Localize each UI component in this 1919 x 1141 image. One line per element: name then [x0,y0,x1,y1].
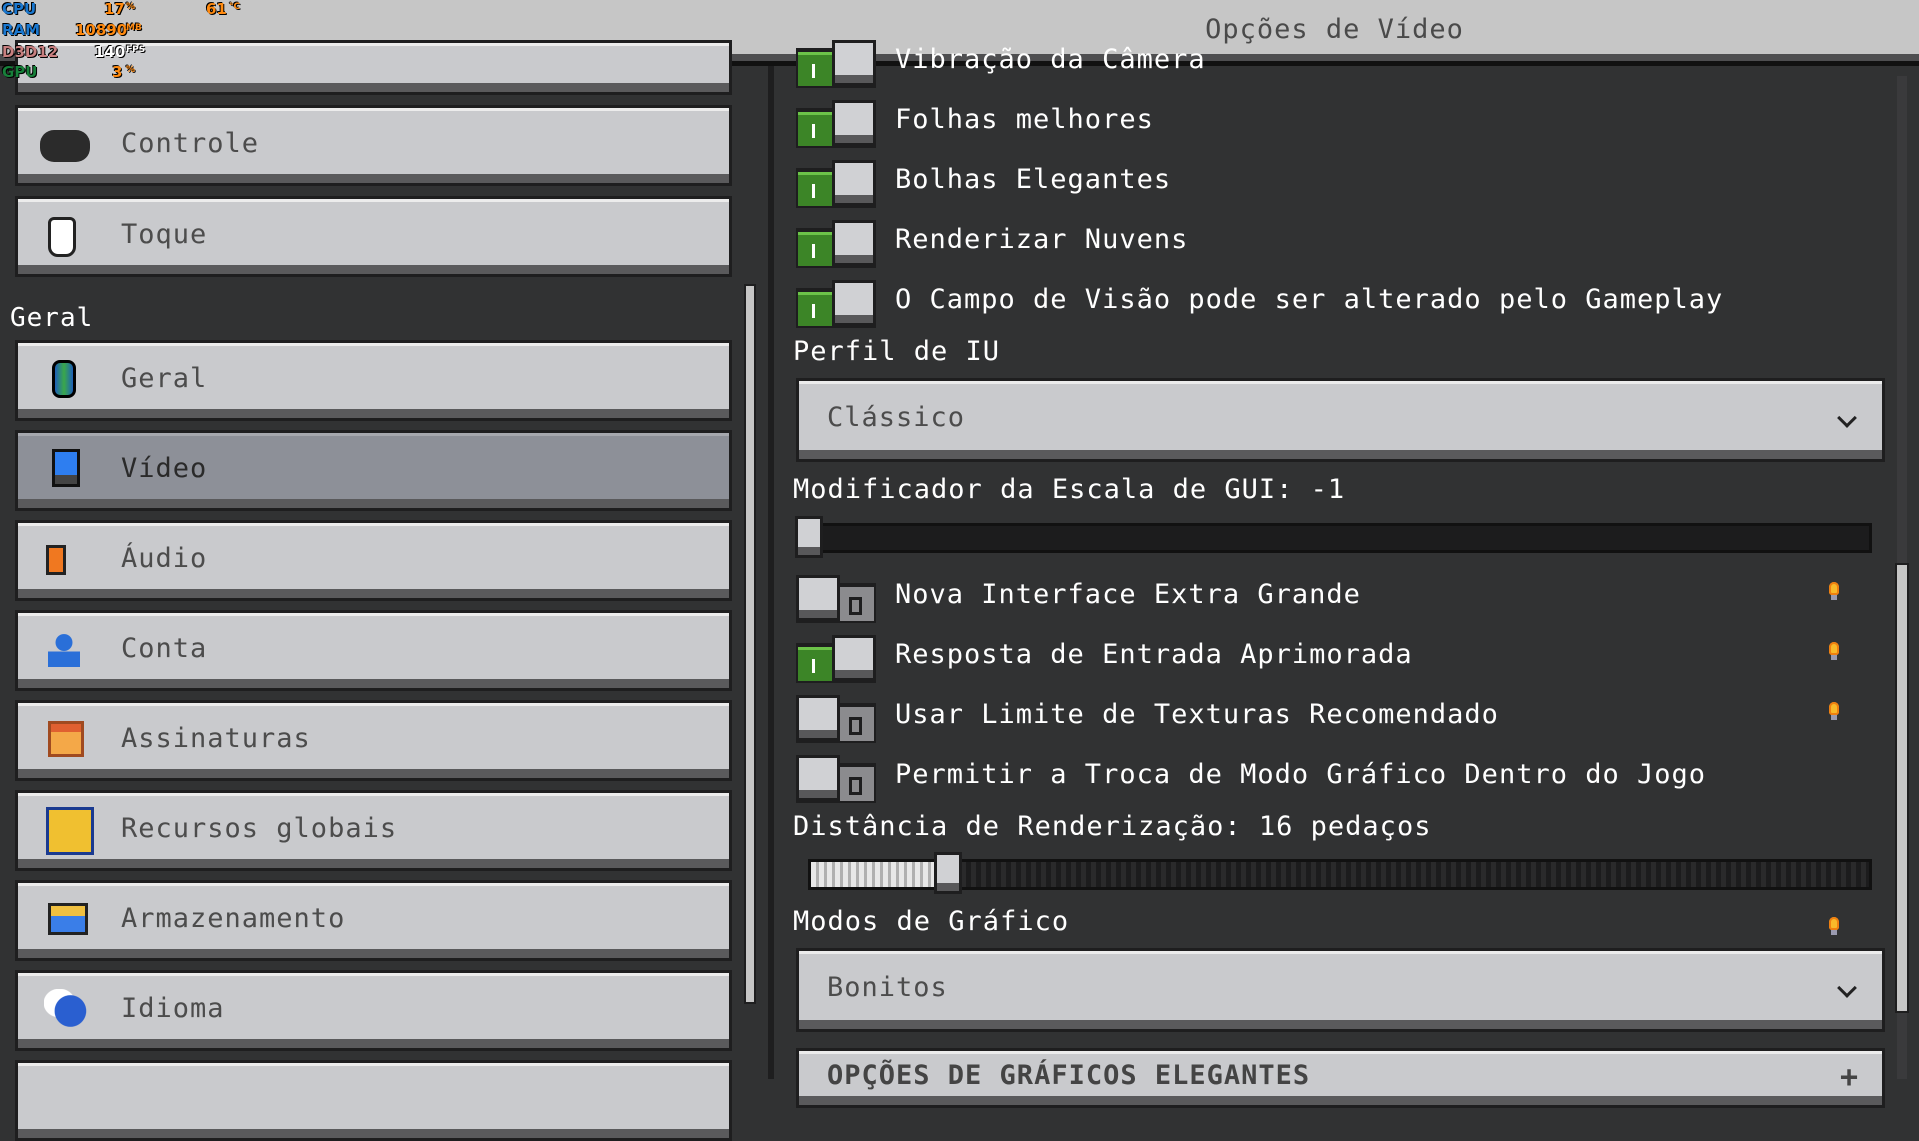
toggle-limite-texturas[interactable] [796,695,876,743]
cpu-value: 17 [104,0,125,18]
sidebar-item-label: Assinaturas [121,723,311,754]
ui-profile-label: Perfil de IU [793,336,1001,367]
toggle-campo-de-visao[interactable] [796,280,876,328]
toggle-label: O Campo de Visão pode ser alterado pelo … [895,284,1724,315]
toggle-bolhas-elegantes[interactable] [796,160,876,208]
lightbulb-icon[interactable] [1828,917,1840,937]
toggle-label: Renderizar Nuvens [895,224,1189,255]
sidebar-item-label: Geral [121,363,208,394]
cpu-unit: % [126,2,136,12]
sidebar-item-partial[interactable] [15,1060,732,1141]
cpu-label: CPU [2,0,37,18]
sidebar-item-label: Áudio [121,543,208,574]
toggle-vibracao-camera[interactable] [796,40,876,88]
globe-icon [52,360,76,398]
ram-unit: MB [126,23,142,33]
sidebar-item-armazenamento[interactable]: Armazenamento [15,880,732,961]
toggle-label: Resposta de Entrada Aprimorada [895,639,1413,670]
sidebar-item-label: Armazenamento [121,903,346,934]
sidebar-item-label: Conta [121,633,208,664]
sidebar-item-controle[interactable]: Controle [15,105,732,186]
render-distance-slider[interactable] [808,859,1872,890]
performance-overlay: CPU 17 % 61 °C RAM 10890 MB D3D12 140 FP… [0,0,241,81]
gpu-unit: % [126,65,136,75]
lightbulb-icon[interactable] [1828,582,1840,602]
graphics-mode-dropdown[interactable]: Bonitos [796,948,1885,1032]
dropdown-value: Bonitos [827,972,948,1003]
toggle-label: Permitir a Troca de Modo Gráfico Dentro … [895,759,1707,790]
sidebar-section-geral: Geral [10,303,94,333]
sidebar-item-label: Idioma [121,993,225,1024]
api-label: D3D12 [2,43,59,61]
fps-value: 140 [94,43,126,61]
chevron-down-icon [1837,408,1857,428]
section-label: OPÇÕES DE GRÁFICOS ELEGANTES [827,1060,1311,1091]
folder-icon [48,903,88,935]
render-distance-fill [811,862,938,887]
ram-label: RAM [2,21,41,39]
gpu-label: GPU [2,63,38,81]
hand-icon [48,217,76,257]
chevron-down-icon [1837,978,1857,998]
ram-value: 10890 [75,21,128,39]
render-distance-label: Distância de Renderização: 16 pedaços [793,811,1432,842]
graphics-mode-label: Modos de Gráfico [793,906,1070,937]
sidebar-item-label: Controle [121,128,260,159]
fancy-graphics-section-header[interactable]: OPÇÕES DE GRÁFICOS ELEGANTES + [796,1048,1885,1108]
sidebar-item-toque[interactable]: Toque [15,196,732,277]
cpu-temp: 61 [206,0,227,18]
gui-scale-label: Modificador da Escala de GUI: -1 [793,474,1346,505]
toggle-label: Bolhas Elegantes [895,164,1172,195]
plus-icon: + [1839,1060,1858,1095]
monitor-icon [52,449,80,487]
toggle-troca-modo-grafico[interactable] [796,755,876,803]
toggle-renderizar-nuvens[interactable] [796,220,876,268]
lightbulb-icon[interactable] [1828,702,1840,722]
toggle-folhas-melhores[interactable] [796,100,876,148]
sidebar-item-assinaturas[interactable]: Assinaturas [15,700,732,781]
toggle-label: Usar Limite de Texturas Recomendado [895,699,1499,730]
user-icon [48,633,80,667]
speaker-icon [46,545,66,575]
sidebar-item-label: Vídeo [121,453,208,484]
toggle-nova-interface[interactable] [796,575,876,623]
sidebar-item-video[interactable]: Vídeo [15,430,732,511]
render-distance-slider-thumb[interactable] [934,852,962,894]
gui-scale-slider[interactable] [808,523,1872,553]
gamepad-icon [40,130,90,162]
toggle-label: Nova Interface Extra Grande [895,579,1361,610]
ui-profile-dropdown[interactable]: Clássico [796,378,1885,462]
dropdown-value: Clássico [827,402,966,433]
cpu-temp-unit: °C [229,2,241,12]
sidebar-item-label: Recursos globais [121,813,398,844]
sidebar-item-geral[interactable]: Geral [15,340,732,421]
toggle-resposta-entrada[interactable] [796,635,876,683]
language-icon [44,989,88,1029]
sidebar-item-recursos-globais[interactable]: Recursos globais [15,790,732,871]
sidebar-item-idioma[interactable]: Idioma [15,970,732,1051]
lightbulb-icon[interactable] [1828,642,1840,662]
toggle-label: Vibração da Câmera [895,44,1206,75]
calendar-icon [48,721,84,757]
toggle-label: Folhas melhores [895,104,1154,135]
sidebar-item-label: Toque [121,219,208,250]
sidebar-item-audio[interactable]: Áudio [15,520,732,601]
panel-divider [768,66,774,1079]
main-scrollbar-thumb[interactable] [1895,563,1909,1013]
sidebar-item-conta[interactable]: Conta [15,610,732,691]
gpu-value: 3 [112,63,123,81]
resource-pack-icon [46,807,94,855]
sidebar-scrollbar[interactable] [744,284,756,1004]
fps-unit: FPS [126,45,146,55]
gui-scale-slider-thumb[interactable] [795,516,823,558]
